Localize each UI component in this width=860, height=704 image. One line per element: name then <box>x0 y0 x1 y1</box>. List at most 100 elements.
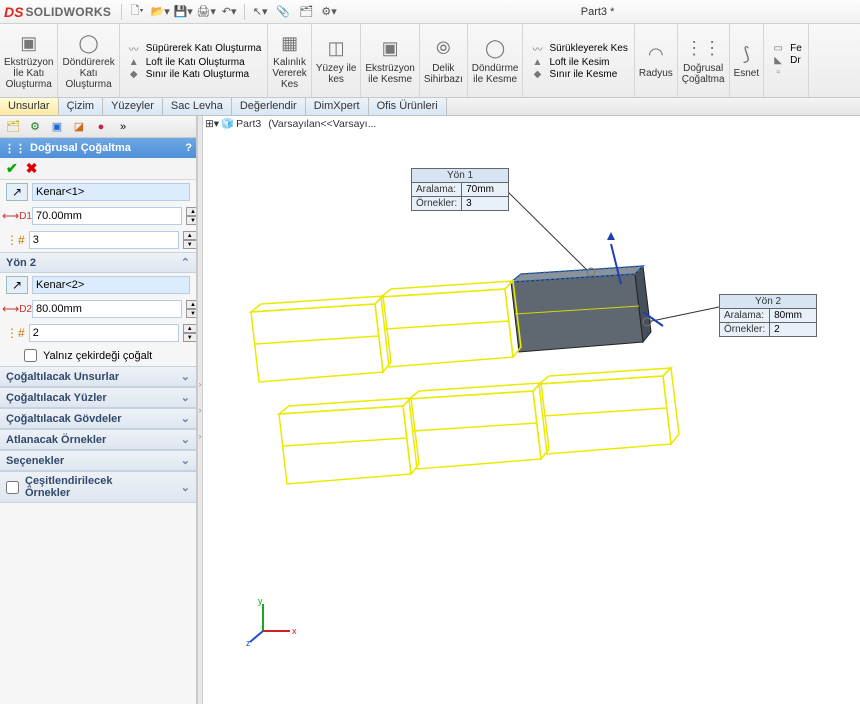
tab-surfaces[interactable]: Yüzeyler <box>103 98 163 115</box>
d2-spacing-up[interactable]: ▲ <box>186 300 196 309</box>
display-manager-tab[interactable]: ● <box>92 118 110 136</box>
loft-icon: ▲ <box>126 57 142 68</box>
open-file-button[interactable]: 📂▾ <box>150 2 170 22</box>
ok-button[interactable]: ✔ <box>6 160 18 177</box>
revolve-boss-button[interactable]: ◯ Döndürerek Katı Oluşturma <box>58 24 119 97</box>
tab-sketch[interactable]: Çizim <box>59 98 104 115</box>
surface-cut-icon: ◫ <box>324 37 348 61</box>
chevron-down-icon: ⌄ <box>181 454 190 467</box>
graphics-viewport[interactable]: ⊞▾ 🧊 Part3 (Varsayılan<<Varsayı... <box>203 116 860 704</box>
loft-boss-button[interactable]: ▲Loft ile Katı Oluşturma <box>126 57 262 68</box>
more-button[interactable]: ▫ <box>770 67 802 78</box>
only-seed-checkbox[interactable] <box>24 349 37 362</box>
d1-spacing-up[interactable]: ▲ <box>186 207 196 216</box>
boundary-cut-button[interactable]: ◆Sınır ile Kesme <box>529 69 627 80</box>
loft-cut-button[interactable]: ▲Loft ile Kesim <box>529 57 627 68</box>
save-button[interactable]: 💾▾ <box>173 2 193 22</box>
direction2-section[interactable]: Yön 2⌃ <box>0 252 196 273</box>
select-button[interactable]: ↖▾ <box>250 2 270 22</box>
fe-button[interactable]: ▭Fe <box>770 43 802 54</box>
solidworks-ds-icon: DS <box>4 4 23 20</box>
direction2-reverse-icon[interactable]: ↗ <box>6 276 28 294</box>
d1-count-field[interactable] <box>29 231 179 249</box>
print-button[interactable]: 🖨▾ <box>196 2 216 22</box>
direction1-callout[interactable]: Yön 1 Aralama: Örnekler: <box>411 168 509 211</box>
model-preview <box>203 124 853 684</box>
bodies-to-pattern-section[interactable]: Çoğaltılacak Gövdeler⌄ <box>0 408 196 429</box>
callout1-instances-label: Örnekler: <box>412 197 462 211</box>
solidworks-wordmark: SOLIDWORKS <box>25 5 111 19</box>
vary-instances-checkbox[interactable] <box>6 481 19 494</box>
direction1-edge-field[interactable] <box>32 183 190 201</box>
callout2-title: Yön 2 <box>720 295 817 309</box>
d2-count-field[interactable] <box>29 324 179 342</box>
direction1-reverse-icon[interactable]: ↗ <box>6 183 28 201</box>
surface-cut-button[interactable]: ◫ Yüzey ile kes <box>312 24 362 97</box>
d1-spacing-field[interactable] <box>32 207 182 225</box>
settings-button[interactable]: ⚙▾ <box>319 2 339 22</box>
undo-button[interactable]: ↶▾ <box>219 2 239 22</box>
options-section[interactable]: Seçenekler⌄ <box>0 450 196 471</box>
features-to-pattern-section[interactable]: Çoğaltılacak Unsurlar⌄ <box>0 366 196 387</box>
vary-sketch-section[interactable]: Çeşitlendirilecek Örnekler⌄ <box>0 471 196 503</box>
faces-to-pattern-section[interactable]: Çoğaltılacak Yüzler⌄ <box>0 387 196 408</box>
tab-dimxpert[interactable]: DimXpert <box>306 98 369 115</box>
d2-spacing-icon: ⟷D2 <box>6 300 28 318</box>
extrude-boss-button[interactable]: ▣ Ekstrüzyon İle Katı Oluşturma <box>0 24 58 97</box>
tab-evaluate[interactable]: Değerlendir <box>232 98 306 115</box>
sweep-cut-button[interactable]: 〰Sürükleyerek Kes <box>529 41 627 56</box>
draft-button[interactable]: ◣Dr <box>770 55 802 66</box>
callout1-title: Yön 1 <box>412 169 509 183</box>
d2-count-up[interactable]: ▲ <box>183 324 196 333</box>
more-managers-button[interactable]: » <box>114 118 132 136</box>
property-manager-tab[interactable]: ⚙ <box>26 118 44 136</box>
callout2-spacing-label: Aralama: <box>720 309 770 323</box>
grip-arrow-icon: › <box>199 405 202 415</box>
options-button[interactable]: 🗂 <box>296 2 316 22</box>
linear-pattern-button[interactable]: ⋮⋮ Doğrusal Çoğaltma <box>678 24 730 97</box>
thickness-cut-button[interactable]: ▦ Kalınlık Vererek Kes <box>268 24 311 97</box>
d2-count-icon: ⋮# <box>6 324 25 342</box>
document-title: Part3 * <box>339 6 856 18</box>
orientation-triad[interactable]: y x z <box>248 596 298 649</box>
loft-cut-icon: ▲ <box>529 57 545 68</box>
rebuild-button[interactable]: 📎 <box>273 2 293 22</box>
hole-wizard-button[interactable]: ⦾ Delik Sihirbazı <box>420 24 468 97</box>
tab-features[interactable]: Unsurlar <box>0 98 59 115</box>
d2-spacing-down[interactable]: ▼ <box>186 309 196 318</box>
new-file-button[interactable]: 🗋▾ <box>127 2 147 22</box>
d2-count-down[interactable]: ▼ <box>183 333 196 342</box>
ribbon-toolbar: ▣ Ekstrüzyon İle Katı Oluşturma ◯ Döndür… <box>0 24 860 98</box>
config-manager-tab[interactable]: ▣ <box>48 118 66 136</box>
callout2-instances-field[interactable] <box>774 324 812 335</box>
callout1-instances-field[interactable] <box>466 198 504 209</box>
extrude-cut-button[interactable]: ▣ Ekstrüzyon ile Kesme <box>361 24 419 97</box>
fillet-icon: ◠ <box>644 42 668 66</box>
fe-icon: ▭ <box>770 43 786 54</box>
tab-office[interactable]: Ofis Ürünleri <box>369 98 447 115</box>
extrude-icon: ▣ <box>17 31 41 55</box>
panel-help-button[interactable]: ? <box>185 142 192 154</box>
callout1-spacing-field[interactable] <box>466 184 504 195</box>
tab-sheetmetal[interactable]: Sac Levha <box>163 98 232 115</box>
only-seed-label: Yalnız çekirdeği çoğalt <box>43 350 152 362</box>
d2-spacing-field[interactable] <box>32 300 182 318</box>
feature-manager-tab[interactable]: 🗂 <box>4 118 22 136</box>
d1-count-down[interactable]: ▼ <box>183 240 196 249</box>
d1-count-up[interactable]: ▲ <box>183 231 196 240</box>
d1-spacing-down[interactable]: ▼ <box>186 216 196 225</box>
direction2-edge-field[interactable] <box>32 276 190 294</box>
extrude-cut-icon: ▣ <box>378 37 402 61</box>
cancel-button[interactable]: ✖ <box>26 160 38 177</box>
dimxpert-manager-tab[interactable]: ◪ <box>70 118 88 136</box>
flex-button[interactable]: ⟆ Esnet <box>730 24 765 97</box>
callout2-spacing-field[interactable] <box>774 310 812 321</box>
fillet-button[interactable]: ◠ Radyus <box>635 24 678 97</box>
skip-instances-section[interactable]: Atlanacak Örnekler⌄ <box>0 429 196 450</box>
revolve-cut-icon: ◯ <box>483 37 507 61</box>
boundary-boss-button[interactable]: ◆Sınır ile Katı Oluşturma <box>126 69 262 80</box>
sweep-cut-icon: 〰 <box>529 41 545 56</box>
sweep-boss-button[interactable]: 〰Süpürerek Katı Oluşturma <box>126 41 262 56</box>
direction2-callout[interactable]: Yön 2 Aralama: Örnekler: <box>719 294 817 337</box>
revolve-cut-button[interactable]: ◯ Döndürme ile Kesme <box>468 24 524 97</box>
